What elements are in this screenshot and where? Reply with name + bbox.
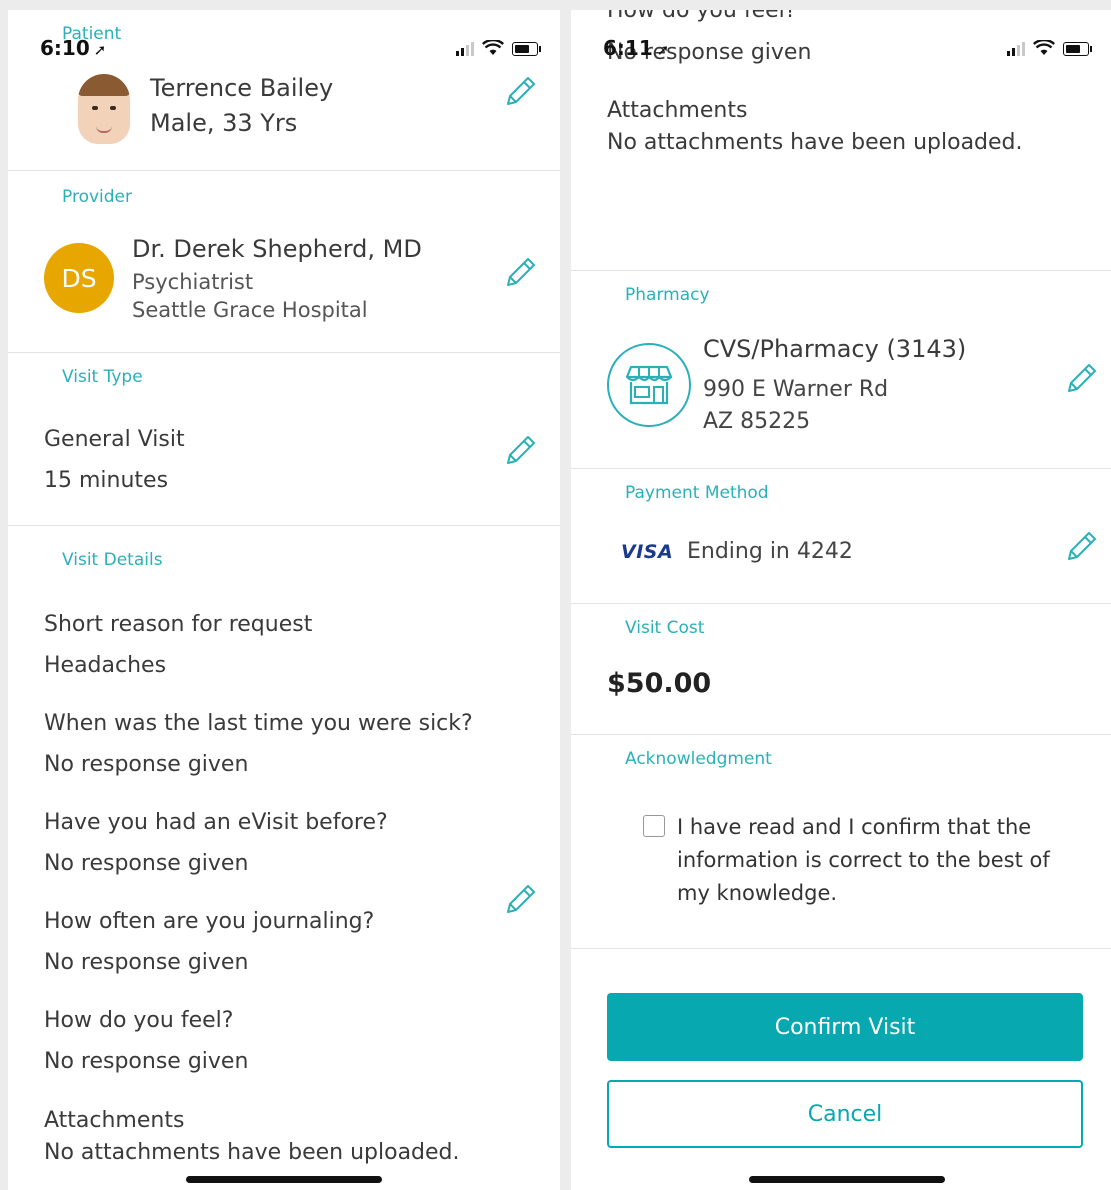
payment-label: Payment Method (625, 483, 769, 503)
visit-details-label: Visit Details (62, 550, 163, 570)
status-bar: 6:11 ➚ (571, 36, 1111, 62)
patient-avatar (78, 74, 130, 144)
provider-hospital: Seattle Grace Hospital (132, 298, 368, 322)
payment-section: Payment Method VISA Ending in 4242 (571, 469, 1111, 604)
pharmacy-address-line1: 990 E Warner Rd (703, 377, 889, 402)
detail-answer: No response given (44, 1049, 249, 1074)
pharmacy-label: Pharmacy (625, 285, 710, 305)
visit-type-value: General Visit (44, 427, 185, 452)
attachments-label: Attachments (44, 1108, 185, 1133)
confirm-visit-button[interactable]: Confirm Visit (607, 993, 1083, 1061)
detail-answer: No response given (44, 752, 249, 777)
home-indicator[interactable] (749, 1176, 945, 1183)
wifi-icon (482, 40, 504, 55)
detail-answer: No response given (44, 851, 249, 876)
provider-specialty: Psychiatrist (132, 270, 254, 294)
battery-icon (512, 42, 541, 56)
location-arrow-icon: ➚ (656, 41, 670, 59)
provider-section: Provider DS Dr. Derek Shepherd, MD Psych… (8, 171, 560, 353)
visit-cost-label: Visit Cost (625, 618, 705, 638)
pharmacy-name: CVS/Pharmacy (3143) (703, 335, 967, 363)
storefront-icon (625, 365, 673, 405)
edit-visit-type-pencil-icon[interactable] (504, 433, 538, 467)
detail-answer: No response given (44, 950, 249, 975)
phone-screen-left: 6:10 ➚ Patient Terrence Bailey Male, 33 Y… (8, 10, 560, 1190)
acknowledgment-section: Acknowledgment I have read and I confirm… (571, 735, 1111, 949)
visit-cost-section: Visit Cost $50.00 (571, 604, 1111, 735)
pharmacy-section: Pharmacy CVS/Pharmacy (3143) 990 E Warne… (571, 271, 1111, 469)
edit-visit-details-pencil-icon[interactable] (504, 882, 538, 916)
detail-question: How do you feel? (44, 1008, 234, 1033)
acknowledgment-text: I have read and I confirm that the infor… (677, 815, 1050, 905)
detail-question: How often are you journaling? (44, 909, 375, 934)
cancel-button[interactable]: Cancel (607, 1080, 1083, 1148)
visit-type-label: Visit Type (62, 367, 143, 387)
edit-patient-pencil-icon[interactable] (504, 74, 538, 108)
status-time-text: 6:11 (603, 36, 653, 60)
detail-answer: Headaches (44, 653, 167, 678)
detail-question: When was the last time you were sick? (44, 711, 473, 736)
phone-screen-right: How do you feel? No response given 6:11 ➚… (571, 10, 1111, 1190)
battery-icon (1063, 42, 1092, 56)
acknowledgment-checkbox[interactable] (643, 815, 665, 837)
edit-provider-pencil-icon[interactable] (504, 255, 538, 289)
cellular-signal-icon (456, 40, 474, 56)
wifi-icon (1033, 40, 1055, 55)
visit-details-section: Visit Details Short reason for request H… (8, 526, 560, 1190)
attachments-value: No attachments have been uploaded. (44, 1140, 460, 1165)
home-indicator[interactable] (186, 1176, 382, 1183)
attachments-label: Attachments (607, 98, 748, 123)
provider-label: Provider (62, 187, 132, 207)
status-bar: 6:10 ➚ (8, 36, 560, 62)
patient-details: Male, 33 Yrs (150, 109, 298, 137)
status-time: 6:10 ➚ (40, 36, 106, 60)
edit-payment-pencil-icon[interactable] (1065, 529, 1099, 563)
provider-initials-badge: DS (44, 243, 114, 313)
location-arrow-icon: ➚ (93, 41, 107, 59)
patient-section: Patient Terrence Bailey Male, 33 Yrs (8, 10, 560, 171)
visit-type-section: Visit Type General Visit 15 minutes (8, 353, 560, 526)
pharmacy-store-badge (607, 343, 691, 427)
visit-cost-value: $50.00 (607, 668, 712, 699)
edit-pharmacy-pencil-icon[interactable] (1065, 361, 1099, 395)
status-indicators (1007, 40, 1092, 56)
cellular-signal-icon (1007, 40, 1025, 56)
visa-logo-icon: VISA (621, 541, 674, 563)
status-time: 6:11 ➚ (603, 36, 669, 60)
visit-duration-value: 15 minutes (44, 468, 169, 493)
patient-name: Terrence Bailey (150, 74, 334, 102)
pharmacy-address-line2: AZ 85225 (703, 409, 811, 434)
detail-question: Have you had an eVisit before? (44, 810, 388, 835)
acknowledgment-label: Acknowledgment (625, 749, 772, 769)
status-time-text: 6:10 (40, 36, 90, 60)
attachments-value: No attachments have been uploaded. (607, 130, 1023, 155)
detail-question: Short reason for request (44, 612, 313, 637)
status-indicators (456, 40, 541, 56)
payment-ending: Ending in 4242 (687, 539, 853, 564)
provider-name: Dr. Derek Shepherd, MD (132, 235, 422, 263)
